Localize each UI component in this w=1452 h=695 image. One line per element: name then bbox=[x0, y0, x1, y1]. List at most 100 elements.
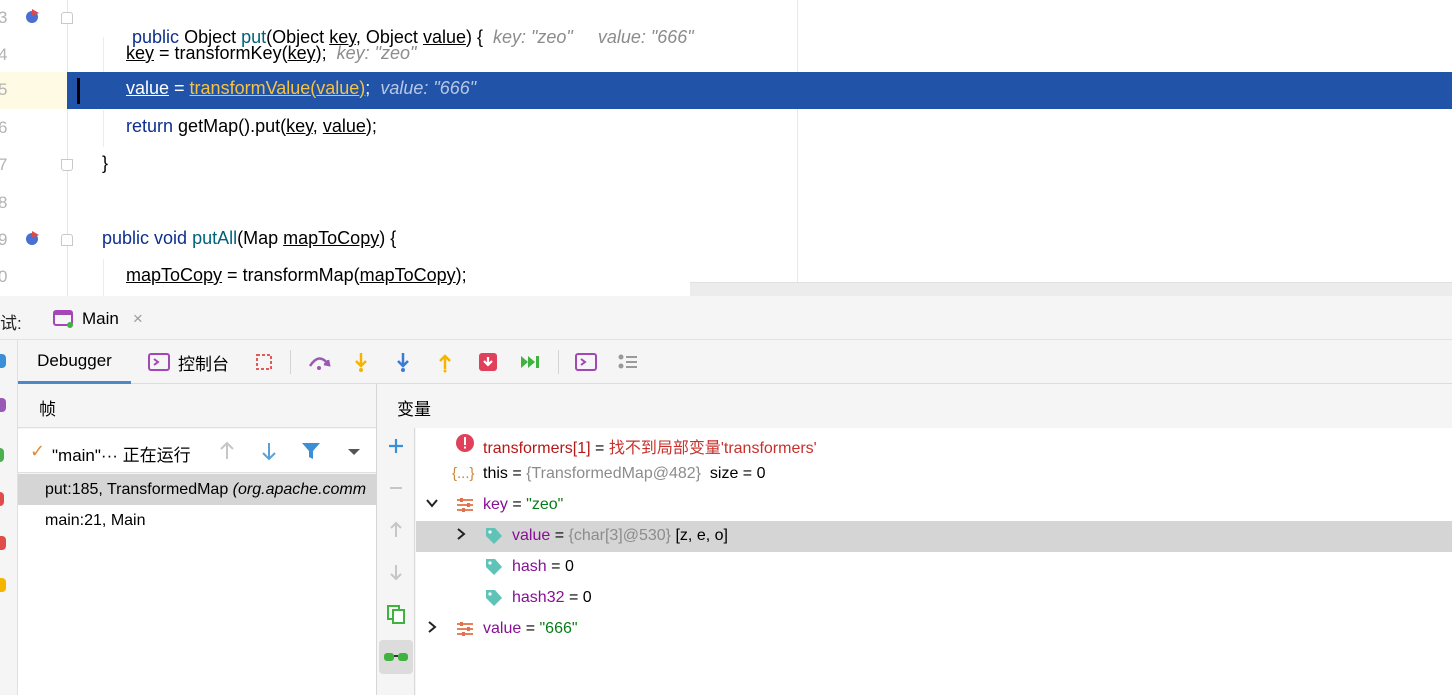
frame-method: put:185, TransformedMap bbox=[45, 481, 229, 498]
line-number: 5 bbox=[0, 80, 8, 99]
field-tag-icon bbox=[486, 590, 502, 606]
current-execution-line[interactable]: 5 value = transformValue(value); value: … bbox=[0, 72, 1452, 109]
line-number: 8 bbox=[0, 193, 8, 212]
tab-console[interactable]: 控制台 bbox=[148, 340, 229, 384]
text-caret bbox=[77, 78, 80, 104]
arrow-down-icon[interactable] bbox=[257, 439, 281, 463]
view-breakpoints-icon[interactable] bbox=[0, 536, 6, 550]
step-into-icon[interactable] bbox=[349, 350, 373, 374]
parameter-icon bbox=[457, 498, 473, 512]
line-number: 9 bbox=[0, 230, 8, 249]
code-line[interactable]: 6 return getMap().put(key, value); bbox=[0, 110, 1452, 147]
settings-icon[interactable] bbox=[0, 398, 6, 412]
variable-value: [z, e, o] bbox=[671, 527, 728, 544]
variable-name: hash32 bbox=[512, 589, 565, 606]
thread-name: "main" bbox=[52, 446, 101, 465]
code-line[interactable]: 9 public void putAll(Map mapToCopy) { bbox=[0, 222, 1452, 259]
tab-debugger[interactable]: Debugger bbox=[18, 340, 131, 384]
fold-marker[interactable] bbox=[61, 12, 73, 24]
variable-row[interactable]: {...} this = {TransformedMap@482} size =… bbox=[416, 459, 1452, 490]
thread-status: 正在运行 bbox=[122, 446, 191, 465]
fold-marker[interactable] bbox=[61, 159, 73, 171]
fold-marker[interactable] bbox=[61, 234, 73, 246]
step-out-icon[interactable] bbox=[433, 350, 457, 374]
variable-value: 0 bbox=[564, 558, 574, 575]
run-to-cursor-icon[interactable] bbox=[518, 350, 542, 374]
show-watches-glasses-icon[interactable] bbox=[379, 640, 413, 674]
console-icon bbox=[148, 353, 170, 371]
variable-ref: {char[3]@530} bbox=[568, 527, 672, 544]
trace-list-icon[interactable] bbox=[616, 350, 640, 374]
variable-row[interactable]: hash32 = 0 bbox=[416, 583, 1452, 614]
frame-item[interactable]: main:21, Main bbox=[18, 505, 376, 536]
collapsed-arrow-icon[interactable] bbox=[425, 620, 439, 639]
override-marker-icon[interactable] bbox=[24, 229, 42, 247]
code-line[interactable]: 4 key = transformKey(key); key: "zeo" bbox=[0, 37, 1452, 74]
line-number: 7 bbox=[0, 155, 8, 174]
drop-frame-icon[interactable] bbox=[476, 350, 500, 374]
run-config-tab[interactable]: Main × bbox=[52, 304, 143, 334]
override-marker-icon[interactable] bbox=[24, 7, 42, 25]
run-tab-label: Main bbox=[82, 309, 119, 328]
variable-row[interactable]: transformers[1] = 找不到局部变量'transformers' bbox=[416, 428, 1452, 459]
evaluate-expression-icon[interactable] bbox=[574, 350, 598, 374]
rerun-icon[interactable] bbox=[0, 354, 6, 368]
arrow-up-icon[interactable] bbox=[215, 439, 239, 463]
stop-icon[interactable] bbox=[0, 492, 4, 506]
frame-method: main:21, Main bbox=[45, 512, 146, 529]
variable-ref: {TransformedMap@482} bbox=[526, 465, 701, 482]
tab-console-label: 控制台 bbox=[178, 354, 229, 374]
inline-value-hint: key: "zeo" bbox=[336, 43, 417, 63]
move-up-button[interactable] bbox=[379, 513, 413, 547]
variable-name: hash bbox=[512, 558, 547, 575]
variable-value: "666" bbox=[539, 620, 578, 637]
thread-selector[interactable]: ✓ "main"··· 正在运行 bbox=[18, 429, 376, 473]
variable-value: 0 bbox=[582, 589, 592, 606]
add-watch-button[interactable] bbox=[379, 429, 413, 463]
variable-name: value bbox=[512, 527, 551, 544]
layout-icon[interactable] bbox=[252, 350, 276, 374]
tool-window-title: 试: bbox=[0, 314, 22, 333]
check-icon: ✓ bbox=[30, 441, 46, 461]
tool-window-header: 试: Main × bbox=[0, 296, 1452, 340]
thread-name-ellipsis: ··· bbox=[100, 446, 118, 465]
chevron-down-icon[interactable] bbox=[342, 439, 366, 463]
copy-icon[interactable] bbox=[379, 597, 413, 631]
variable-name: value bbox=[483, 620, 522, 637]
remove-watch-button[interactable] bbox=[379, 471, 413, 505]
line-number: 6 bbox=[0, 118, 8, 137]
mute-breakpoints-icon[interactable] bbox=[0, 578, 6, 592]
debug-tool-window: 试: Main × Debugger 控制台 帧 变量 ✓ "main"··· … bbox=[0, 296, 1452, 695]
variable-row-selected[interactable]: value = {char[3]@530} [z, e, o] bbox=[416, 521, 1452, 552]
error-icon bbox=[456, 434, 474, 452]
code-line[interactable]: 8 bbox=[0, 185, 1452, 222]
variable-row[interactable]: key = "zeo" bbox=[416, 490, 1452, 521]
variables-tree: transformers[1] = 找不到局部变量'transformers' … bbox=[416, 428, 1452, 695]
variable-row[interactable]: hash = 0 bbox=[416, 552, 1452, 583]
move-down-button[interactable] bbox=[379, 555, 413, 589]
code-editor[interactable]: 3 public Object put(Object key, Object v… bbox=[0, 0, 1452, 296]
variable-row[interactable]: value = "666" bbox=[416, 614, 1452, 645]
line-number: 0 bbox=[0, 267, 8, 286]
frames-list: put:185, TransformedMap (org.apache.comm… bbox=[18, 474, 376, 695]
collapsed-arrow-icon[interactable] bbox=[454, 527, 468, 546]
line-number: 3 bbox=[0, 8, 8, 27]
tab-debugger-label: Debugger bbox=[37, 350, 112, 370]
frame-item[interactable]: put:185, TransformedMap (org.apache.comm bbox=[18, 474, 376, 505]
filter-icon[interactable] bbox=[299, 439, 323, 463]
left-tool-strip bbox=[0, 340, 18, 695]
horizontal-scrollbar[interactable] bbox=[690, 282, 1452, 296]
force-step-into-icon[interactable] bbox=[391, 350, 415, 374]
resume-icon[interactable] bbox=[0, 448, 4, 462]
variables-panel-title: 变量 bbox=[397, 400, 431, 419]
parameter-icon bbox=[457, 622, 473, 636]
code-line[interactable]: 3 public Object put(Object key, Object v… bbox=[0, 0, 1452, 47]
close-icon[interactable]: × bbox=[133, 309, 143, 329]
code-line[interactable]: 7 } bbox=[0, 147, 1452, 184]
application-window-icon bbox=[53, 310, 73, 328]
expanded-arrow-icon[interactable] bbox=[425, 496, 439, 515]
variable-value: "zeo" bbox=[526, 496, 564, 513]
inline-value-hint: value: "666" bbox=[380, 78, 477, 98]
variable-name: this bbox=[483, 465, 508, 482]
step-over-icon[interactable] bbox=[307, 350, 331, 374]
